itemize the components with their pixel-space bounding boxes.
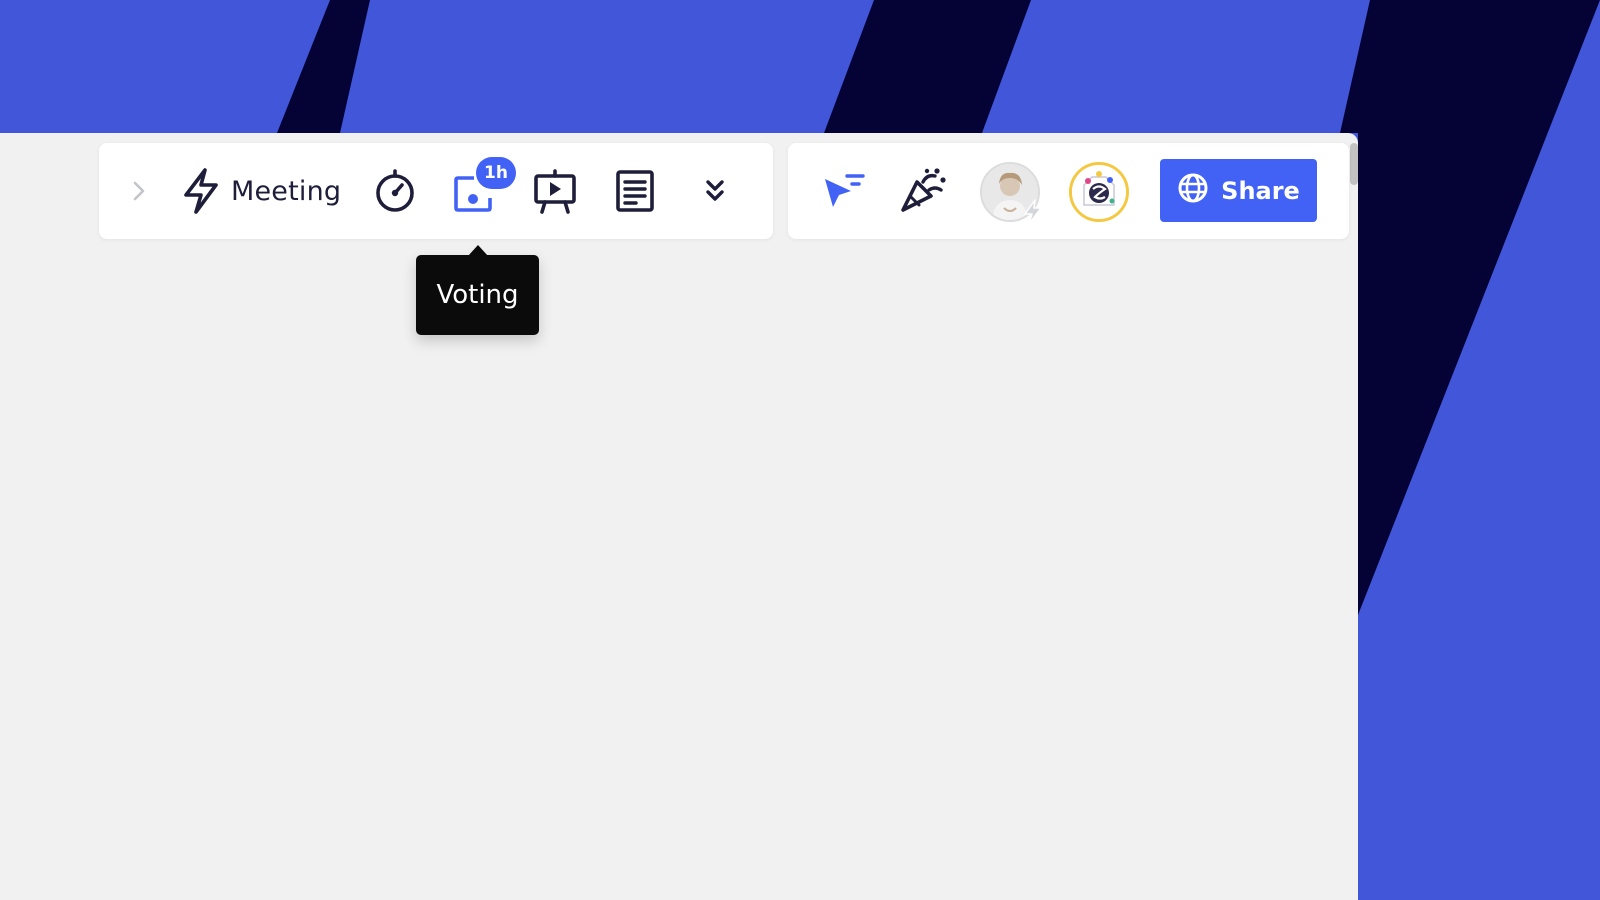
presentation-icon	[532, 168, 578, 214]
confetti-icon	[897, 168, 947, 214]
voting-tooltip: Voting	[416, 255, 539, 335]
stopwatch-icon	[373, 168, 417, 214]
notes-button[interactable]	[611, 167, 659, 215]
chevron-right-icon	[131, 179, 147, 203]
vertical-scrollbar[interactable]	[1350, 143, 1358, 185]
lightning-icon	[181, 168, 221, 214]
expand-toolbar-button[interactable]	[123, 173, 155, 209]
voting-time-badge: 1h	[476, 157, 516, 189]
more-tools-button[interactable]	[691, 167, 739, 215]
notes-icon	[614, 168, 656, 214]
share-label: Share	[1221, 176, 1300, 205]
globe-icon	[1177, 172, 1209, 210]
reactions-button[interactable]	[896, 167, 948, 215]
share-button[interactable]: Share	[1160, 159, 1317, 222]
meeting-label: Meeting	[231, 175, 342, 207]
lightning-icon	[1022, 199, 1044, 230]
meeting-button[interactable]: Meeting	[181, 167, 341, 215]
double-chevron-down-icon	[703, 176, 727, 206]
timer-button[interactable]	[371, 167, 419, 215]
follow-cursor-button[interactable]	[818, 167, 870, 215]
meeting-toolbar: Meeting	[99, 143, 773, 239]
collaborator-avatar-image	[1072, 165, 1126, 219]
collaboration-toolbar: Share	[788, 143, 1349, 239]
board-canvas[interactable]	[0, 133, 1358, 900]
cursor-follow-icon	[819, 169, 869, 213]
presentation-button[interactable]	[531, 167, 579, 215]
collaborator-avatar[interactable]	[1069, 162, 1129, 222]
